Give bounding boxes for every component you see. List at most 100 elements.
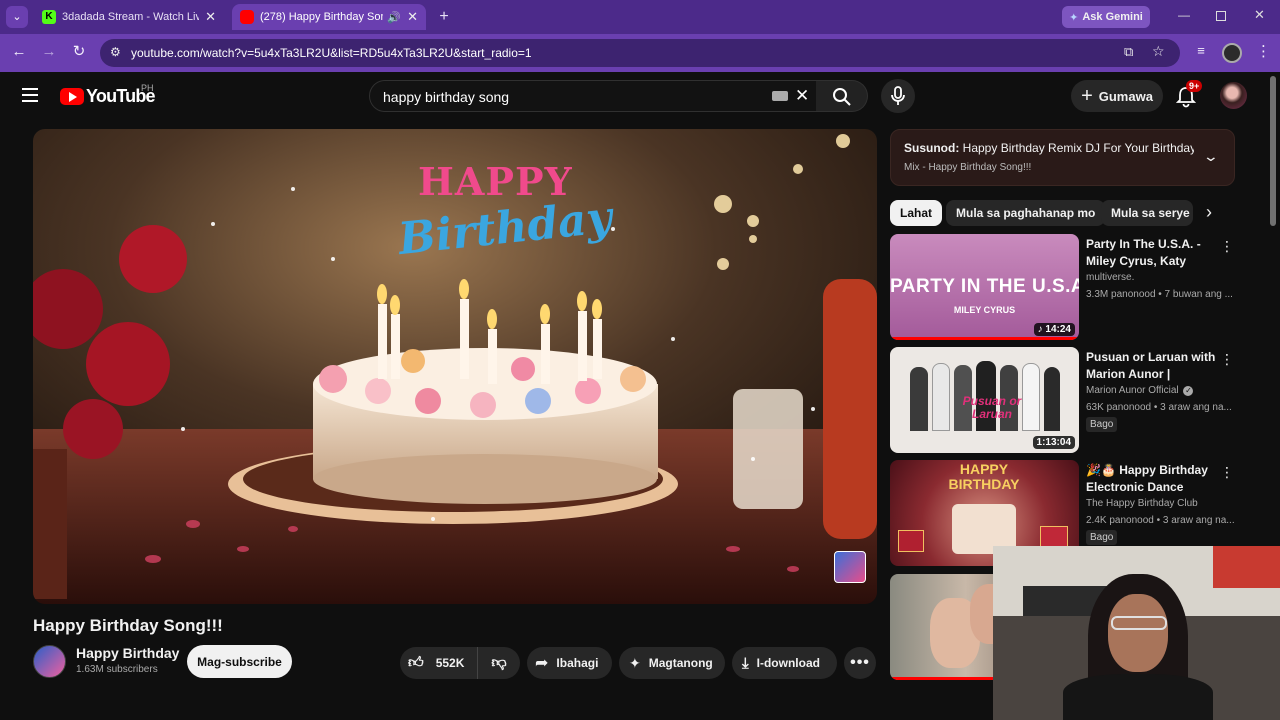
download-icon: ⤓ [742, 654, 749, 672]
close-tab-icon[interactable]: ✕ [407, 9, 418, 25]
up-next-panel[interactable]: Susunod: Happy Birthday Remix DJ For You… [890, 129, 1235, 186]
thumbs-down-icon: 👎︎ [491, 654, 507, 671]
new-tab-button[interactable]: + [434, 7, 454, 27]
country-code: PH [141, 83, 154, 93]
hamburger-menu-icon[interactable] [22, 88, 38, 102]
browser-tab-kick[interactable]: K 3dadada Stream - Watch Live o ✕ [34, 4, 224, 30]
restore-window-icon[interactable] [1216, 11, 1226, 21]
browser-tab-youtube[interactable]: (278) Happy Birthday Song! 🔊 ✕ [232, 4, 426, 30]
url-text[interactable]: youtube.com/watch?v=5u4xTa3LR2U&list=RD5… [131, 46, 532, 60]
browser-menu-icon[interactable]: ⋮ [1256, 42, 1271, 60]
up-next-heading: Susunod: Happy Birthday Remix DJ For You… [904, 141, 1194, 155]
keyboard-icon[interactable] [772, 91, 788, 101]
more-actions-button[interactable]: ••• [844, 647, 876, 679]
channel-name-text: Marion Aunor Official [1086, 385, 1179, 396]
subscribe-button[interactable]: Mag-subscribe [187, 645, 292, 678]
webcam-person-glasses [1111, 616, 1167, 630]
channel-name[interactable]: multiverse. [1086, 272, 1134, 283]
video-title[interactable]: Party In The U.S.A. - Miley Cyrus, Katy … [1086, 236, 1218, 270]
close-tab-icon[interactable]: ✕ [205, 9, 216, 25]
create-button[interactable]: + Gumawa [1071, 80, 1163, 112]
back-arrow-icon[interactable]: ← [10, 43, 28, 60]
search-icon [833, 88, 851, 106]
thumbnail-title-text: HAPPY BIRTHDAY [948, 461, 1020, 492]
download-button[interactable]: ⤓ I-download [732, 647, 837, 679]
video-thumbnail[interactable]: PARTY IN THE U.S.A. MILEY CYRUS ♪ 14:24 [890, 234, 1079, 340]
more-vertical-icon[interactable]: ⋮ [1220, 351, 1234, 368]
page-scrollbar[interactable] [1270, 76, 1278, 226]
ask-label: Magtanong [648, 656, 713, 670]
site-info-icon[interactable]: ⚙ [110, 45, 121, 59]
webcam-overlay [993, 546, 1280, 720]
video-meta: 2.4K panonood • 3 araw ang na... [1086, 515, 1235, 526]
video-thumbnail[interactable]: Pusuan or Laruan 1:13:04 [890, 347, 1079, 453]
minimize-window-icon[interactable]: — [1178, 8, 1192, 22]
channel-name[interactable]: Marion Aunor Official ✓ [1086, 385, 1194, 396]
youtube-favicon-icon [240, 10, 254, 24]
thumbnail-gift-box [898, 530, 924, 552]
search-button[interactable] [816, 80, 868, 112]
like-dislike-group: 👍︎ 552K 👎︎ [400, 647, 520, 679]
watch-progress-bar [890, 337, 1079, 340]
thumbnail-title-text: Pusuan or Laruan [962, 394, 1022, 421]
browser-tab-bar: ⌄ K 3dadada Stream - Watch Live o ✕ (278… [0, 0, 1280, 34]
video-player[interactable]: HAPPY Birthday [33, 129, 877, 604]
video-title[interactable]: Pusuan or Laruan with Marion Aunor | Epi… [1086, 349, 1218, 383]
sparkle-icon: ✦ [629, 654, 641, 671]
tab-title: 3dadada Stream - Watch Live o [62, 11, 200, 23]
scrollbar-thumb[interactable] [1270, 76, 1276, 226]
clear-search-icon[interactable]: ✕ [795, 86, 809, 106]
new-badge: Bago [1086, 417, 1118, 432]
channel-watermark[interactable] [834, 551, 866, 583]
account-avatar[interactable] [1220, 82, 1247, 109]
thumbnail-title-text: PARTY IN THE U.S.A. [890, 276, 1079, 297]
tab-search-button[interactable]: ⌄ [6, 6, 28, 28]
thumbs-up-icon: 👍︎ [408, 654, 424, 671]
ask-gemini-button[interactable]: ✦ Ask Gemini [1062, 6, 1150, 28]
chip-from-series[interactable]: Mula sa serye [1101, 200, 1193, 226]
install-app-icon[interactable]: ⧉ [1124, 44, 1133, 60]
video-title[interactable]: 🎉🎂 Happy Birthday Electronic Dance Remi.… [1086, 462, 1218, 496]
reload-icon[interactable]: ↻ [70, 42, 88, 60]
more-vertical-icon[interactable]: ⋮ [1220, 238, 1234, 255]
subscribe-label: Mag-subscribe [197, 654, 282, 669]
ask-button[interactable]: ✦ Magtanong [619, 647, 725, 679]
chip-from-search[interactable]: Mula sa paghahanap mo [946, 200, 1106, 226]
chip-all[interactable]: Lahat [890, 200, 943, 226]
like-button[interactable]: 👍︎ 552K [400, 647, 478, 679]
channel-name[interactable]: The Happy Birthday Club [1086, 498, 1198, 509]
more-vertical-icon[interactable]: ⋮ [1220, 464, 1234, 481]
more-horizontal-icon: ••• [850, 654, 870, 671]
search-input[interactable]: happy birthday song ✕ [369, 80, 817, 112]
close-window-icon[interactable]: ✕ [1254, 7, 1265, 23]
recommendation-item[interactable]: Pusuan or Laruan 1:13:04 Pusuan or Larua… [890, 347, 1235, 455]
address-bar[interactable]: ⚙ youtube.com/watch?v=5u4xTa3LR2U&list=R… [100, 39, 1180, 67]
thumbnail-subtitle-text: MILEY CYRUS [953, 305, 1016, 315]
channel-avatar[interactable] [33, 645, 66, 678]
notification-count-badge: 9+ [1186, 80, 1203, 92]
verified-check-icon: ✓ [1183, 386, 1194, 396]
media-controls-icon[interactable]: ≡ [1192, 43, 1210, 58]
notifications-button[interactable]: 9+ [1174, 80, 1203, 108]
share-button[interactable]: ➦ Ibahagi [527, 647, 612, 679]
dislike-button[interactable]: 👎︎ [478, 654, 520, 672]
forward-arrow-icon[interactable]: → [40, 43, 58, 60]
up-next-title: Happy Birthday Remix DJ For Your Birthda… [962, 141, 1194, 155]
voice-search-button[interactable] [881, 79, 915, 113]
bookmark-star-icon[interactable]: ☆ [1152, 43, 1165, 60]
channel-name[interactable]: Happy Birthday [76, 645, 179, 661]
microphone-icon [891, 86, 905, 105]
video-meta: 3.3M panonood • 7 buwan ang ... [1086, 289, 1233, 300]
download-label: I-download [756, 656, 820, 670]
profile-avatar[interactable] [1222, 43, 1242, 63]
expand-chevron-icon[interactable]: ⌄ [1203, 148, 1219, 165]
share-arrow-icon: ➦ [535, 655, 549, 672]
video-title: Happy Birthday Song!!! [33, 616, 223, 635]
speaker-icon[interactable]: 🔊 [387, 11, 401, 24]
search-query-text[interactable]: happy birthday song [383, 89, 509, 105]
browser-toolbar: ← → ↻ ⚙ youtube.com/watch?v=5u4xTa3LR2U&… [0, 34, 1280, 72]
recommendation-item[interactable]: PARTY IN THE U.S.A. MILEY CYRUS ♪ 14:24 … [890, 234, 1235, 342]
chips-next-chevron-icon[interactable]: › [1206, 202, 1212, 223]
ask-gemini-label: Ask Gemini [1082, 11, 1143, 23]
subscriber-count: 1.63M subscribers [76, 664, 158, 675]
